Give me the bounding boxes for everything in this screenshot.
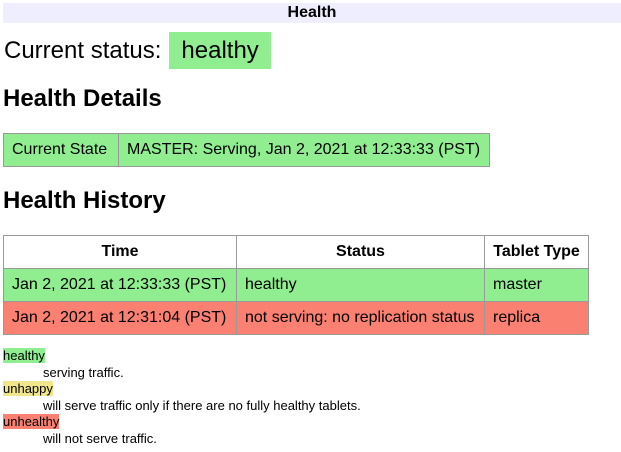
column-header-time: Time [4,236,237,269]
status-legend: healthy serving traffic. unhappy will se… [3,348,621,447]
legend-description: will not serve traffic. [43,431,621,448]
health-details-heading: Health Details [3,85,621,113]
legend-description: will serve traffic only if there are no … [43,398,621,415]
legend-description: serving traffic. [43,365,621,382]
current-state-value: MASTER: Serving, Jan 2, 2021 at 12:33:33… [119,134,490,167]
history-header-row: Time Status Tablet Type [4,236,589,269]
current-status-label: Current status: [4,37,161,64]
history-row: Jan 2, 2021 at 12:31:04 (PST) not servin… [4,302,589,335]
current-status-line: Current status:healthy [4,37,621,65]
history-row-tablet-type: replica [485,302,589,335]
current-state-row: Current State MASTER: Serving, Jan 2, 20… [4,134,490,167]
page-title: Health [3,3,621,23]
current-status-value: healthy [169,32,270,69]
legend-term-unhealthy: unhealthy [3,414,59,429]
history-row: Jan 2, 2021 at 12:33:33 (PST) healthy ma… [4,269,589,302]
legend-term-unhappy: unhappy [3,381,53,396]
column-header-tablet-type: Tablet Type [485,236,589,269]
column-header-status: Status [237,236,485,269]
history-row-time: Jan 2, 2021 at 12:33:33 (PST) [4,269,237,302]
current-state-label: Current State [4,134,119,167]
history-row-tablet-type: master [485,269,589,302]
legend-term: unhealthy [3,414,621,431]
health-history-table: Time Status Tablet Type Jan 2, 2021 at 1… [3,235,589,335]
legend-term-healthy: healthy [3,348,45,363]
health-details-table: Current State MASTER: Serving, Jan 2, 20… [3,133,490,167]
health-history-heading: Health History [3,187,621,215]
legend-term: unhappy [3,381,621,398]
history-row-time: Jan 2, 2021 at 12:31:04 (PST) [4,302,237,335]
history-row-status: not serving: no replication status [237,302,485,335]
legend-term: healthy [3,348,621,365]
history-row-status: healthy [237,269,485,302]
